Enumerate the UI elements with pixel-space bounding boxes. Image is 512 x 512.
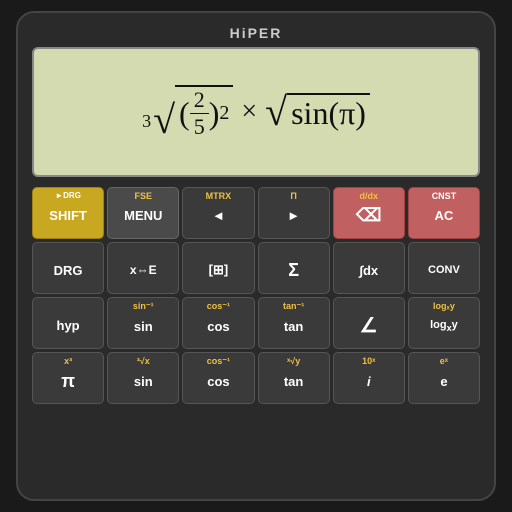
sin-label: sin <box>134 374 153 389</box>
cos-label: cos <box>207 374 229 389</box>
logy-button[interactable]: logₓy logxy <box>408 297 480 349</box>
buttons-area: ►DRG SHIFT FSE MENU MTRX ◄ Π ► d/dx ⌫ CN… <box>32 187 480 404</box>
tan-inv-label: tan <box>284 319 304 334</box>
cos-sublabel: cos⁻¹ <box>183 356 253 367</box>
cos-button[interactable]: cos⁻¹ cos <box>182 352 254 404</box>
menu-sublabel: FSE <box>108 191 178 201</box>
imag-button[interactable]: 10ˣ i <box>333 352 405 404</box>
ac-label: AC <box>435 208 454 223</box>
shift-sublabel: ►DRG <box>33 191 103 200</box>
drg-label: DRG <box>54 263 83 278</box>
tan-inv-sublabel: tan⁻¹ <box>259 301 329 312</box>
e-sublabel: eˣ <box>409 356 479 366</box>
sin-inv-sublabel: sin⁻¹ <box>108 301 178 312</box>
angle-label: ∠ <box>360 313 378 338</box>
xhe-label: x⇔E <box>130 263 157 277</box>
imag-label: i <box>367 374 371 389</box>
sigma-label: Σ <box>288 260 299 281</box>
display-screen: 3 √ ( 2 5 ) 2 × √ s <box>32 47 480 177</box>
calculator: HiPER 3 √ ( 2 5 ) 2 × <box>16 11 496 501</box>
backspace-button[interactable]: d/dx ⌫ <box>333 187 405 239</box>
conv-label: CONV <box>428 264 460 276</box>
menu-button[interactable]: FSE MENU <box>107 187 179 239</box>
sigma-button[interactable]: Σ <box>258 242 330 294</box>
sin-inv-label: sin <box>134 319 153 334</box>
integral-button[interactable]: ∫dx <box>333 242 405 294</box>
matrix-button[interactable]: [⊞] <box>182 242 254 294</box>
left-sublabel: MTRX <box>183 191 253 201</box>
shift-label: SHIFT <box>49 208 87 223</box>
ac-sublabel: CNST <box>409 191 479 201</box>
button-row-3: x³ π ³√x sin cos⁻¹ cos ˣ√y tan 10ˣ i eˣ … <box>32 352 480 404</box>
ac-button[interactable]: CNST AC <box>408 187 480 239</box>
button-row-1: DRG x⇔E [⊞] Σ ∫dx CONV <box>32 242 480 294</box>
left-label: ◄ <box>212 208 225 223</box>
conv-button[interactable]: CONV <box>408 242 480 294</box>
cos-inv-sublabel: cos⁻¹ <box>183 301 253 312</box>
cube-root: 3 √ ( 2 5 ) 2 <box>142 85 233 140</box>
tan-button[interactable]: ˣ√y tan <box>258 352 330 404</box>
left-button[interactable]: MTRX ◄ <box>182 187 254 239</box>
hyp-button[interactable]: hyp <box>32 297 104 349</box>
sin-inv-button[interactable]: sin⁻¹ sin <box>107 297 179 349</box>
cos-inv-label: cos <box>207 319 229 334</box>
imag-sublabel: 10ˣ <box>334 356 404 366</box>
display-expression: 3 √ ( 2 5 ) 2 × √ s <box>142 85 370 140</box>
tan-sublabel: ˣ√y <box>259 356 329 366</box>
integral-label: ∫dx <box>359 263 378 278</box>
shift-button[interactable]: ►DRG SHIFT <box>32 187 104 239</box>
right-button[interactable]: Π ► <box>258 187 330 239</box>
xhe-button[interactable]: x⇔E <box>107 242 179 294</box>
tan-label: tan <box>284 374 304 389</box>
matrix-label: [⊞] <box>209 262 229 278</box>
backspace-sublabel: d/dx <box>334 191 404 201</box>
backspace-label: ⌫ <box>356 205 381 226</box>
menu-label: MENU <box>124 208 162 223</box>
sin-button[interactable]: ³√x sin <box>107 352 179 404</box>
pi-sublabel: x³ <box>33 356 103 366</box>
square-root: √ sin(π) <box>265 92 370 132</box>
angle-button[interactable]: ∠ <box>333 297 405 349</box>
tan-inv-button[interactable]: tan⁻¹ tan <box>258 297 330 349</box>
sin-sublabel: ³√x <box>108 356 178 366</box>
e-label: e <box>440 374 447 389</box>
pi-label: π <box>61 371 75 392</box>
cos-inv-button[interactable]: cos⁻¹ cos <box>182 297 254 349</box>
button-row-0: ►DRG SHIFT FSE MENU MTRX ◄ Π ► d/dx ⌫ CN… <box>32 187 480 239</box>
pi-button[interactable]: x³ π <box>32 352 104 404</box>
app-title: HiPER <box>32 25 480 41</box>
hyp-label: hyp <box>57 318 80 333</box>
e-button[interactable]: eˣ e <box>408 352 480 404</box>
right-label: ► <box>287 208 300 223</box>
button-row-2: hyp sin⁻¹ sin cos⁻¹ cos tan⁻¹ tan ∠ logₓ… <box>32 297 480 349</box>
logy-label: logxy <box>430 319 458 333</box>
right-sublabel: Π <box>259 191 329 201</box>
drg-button[interactable]: DRG <box>32 242 104 294</box>
logy-sublabel: logₓy <box>409 301 479 311</box>
